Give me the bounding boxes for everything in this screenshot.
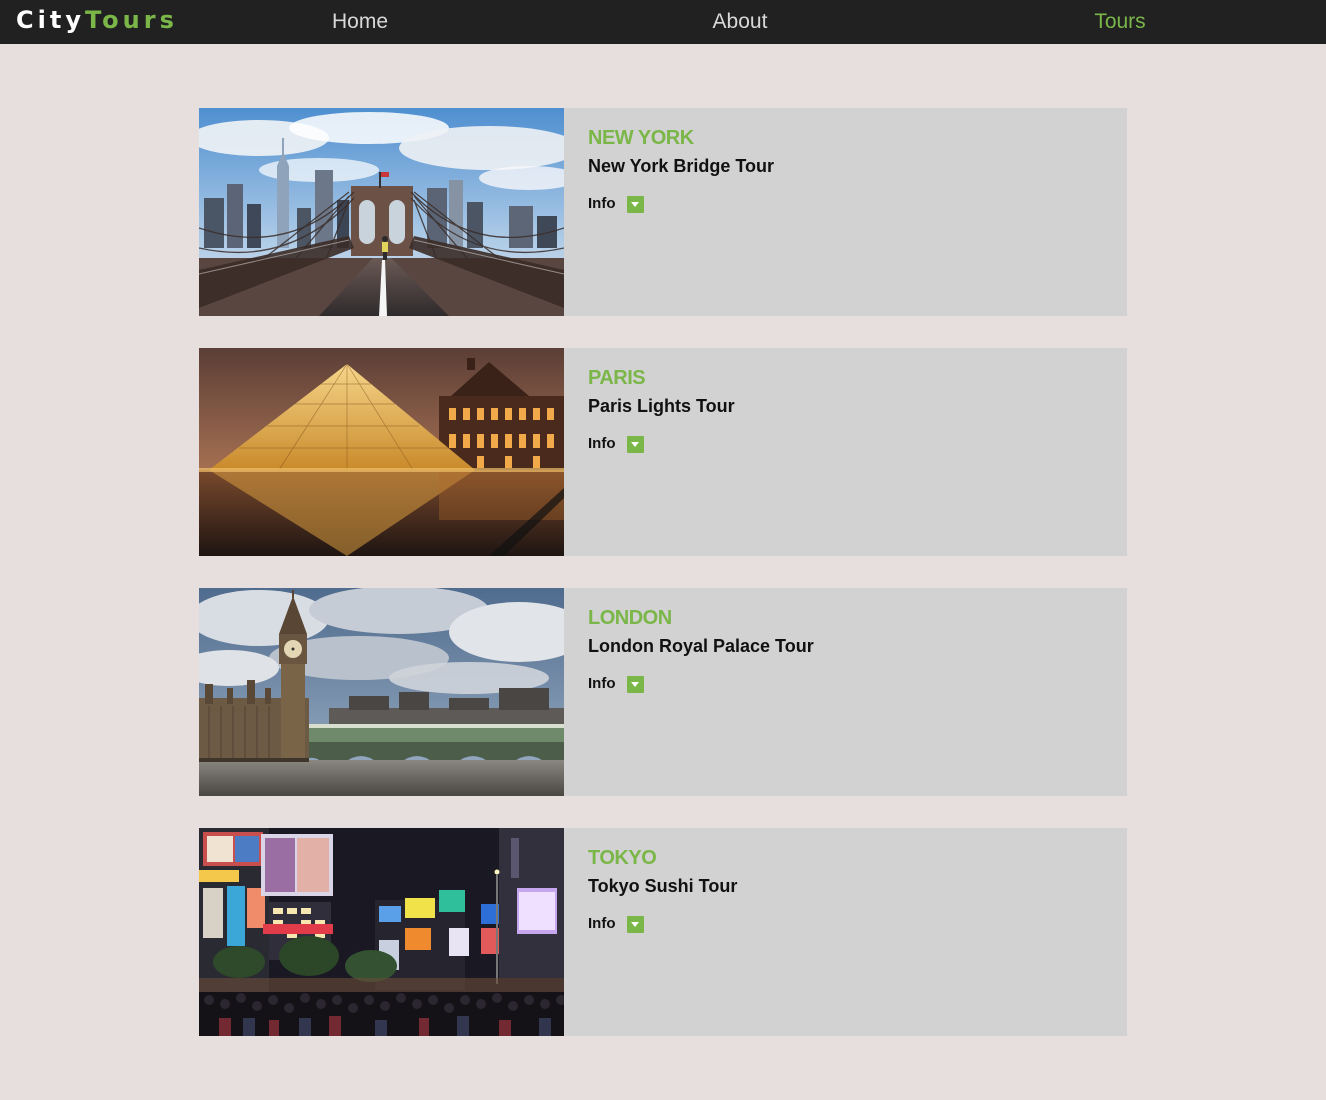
info-label: Info: [588, 915, 616, 932]
tour-name: London Royal Palace Tour: [588, 636, 814, 656]
brooklyn-bridge-photo[interactable]: [199, 108, 564, 316]
brand-logo[interactable]: CityTours: [16, 5, 178, 35]
caret-down-icon[interactable]: [626, 915, 644, 933]
nav-home-link[interactable]: Home: [332, 0, 388, 44]
info-toggle[interactable]: Info: [588, 194, 644, 214]
brand-logo-part2: Tours: [84, 6, 178, 34]
top-navbar: CityTours Home About Tours: [0, 0, 1326, 44]
caret-down-icon[interactable]: [626, 675, 644, 693]
louvre-pyramid-photo[interactable]: [199, 348, 564, 556]
shibuya-crossing-photo[interactable]: [199, 828, 564, 1036]
tour-city-heading: PARIS: [588, 367, 646, 389]
tour-card-new-york: NEW YORK New York Bridge Tour Info: [199, 108, 1127, 316]
tour-name: New York Bridge Tour: [588, 156, 775, 176]
tour-name: Tokyo Sushi Tour: [588, 876, 738, 896]
info-toggle[interactable]: Info: [588, 674, 644, 694]
nav-about-link[interactable]: About: [713, 0, 768, 44]
tour-city-heading: TOKYO: [588, 847, 657, 869]
tour-city-heading: LONDON: [588, 607, 672, 629]
tour-card-tokyo: TOKYO Tokyo Sushi Tour Info: [199, 828, 1127, 1036]
info-toggle[interactable]: Info: [588, 434, 644, 454]
big-ben-westminster-photo[interactable]: [199, 588, 564, 796]
caret-down-icon[interactable]: [626, 195, 644, 213]
caret-down-icon[interactable]: [626, 435, 644, 453]
nav-tours-link[interactable]: Tours: [1094, 0, 1145, 44]
info-label: Info: [588, 195, 616, 212]
brand-logo-part1: City: [16, 6, 85, 34]
info-toggle[interactable]: Info: [588, 914, 644, 934]
tour-name: Paris Lights Tour: [588, 396, 735, 416]
info-label: Info: [588, 675, 616, 692]
info-label: Info: [588, 435, 616, 452]
tour-card-london: LONDON London Royal Palace Tour Info: [199, 588, 1127, 796]
tour-card-paris: PARIS Paris Lights Tour Info: [199, 348, 1127, 556]
tour-city-heading: NEW YORK: [588, 127, 694, 149]
